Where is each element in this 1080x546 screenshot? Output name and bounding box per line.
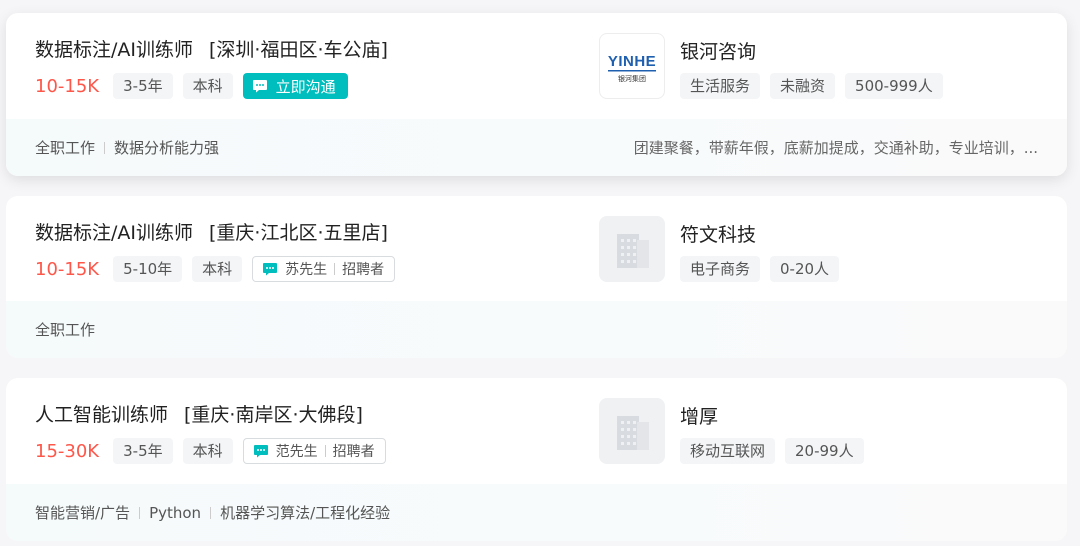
yinhe-logo: YINHE 银河集团 [608,53,656,83]
chat-bubble-icon [252,80,267,93]
skill-tag: 全职工作 [35,139,96,157]
job-footer: 全职工作 数据分析能力强 团建聚餐，带薪年假，底薪加提成，交通补助，专业培训，.… [6,119,1067,176]
job-title-text[interactable]: 数据标注/AI训练师 [35,222,193,244]
company-logo[interactable] [599,216,665,282]
company-tags: 生活服务 未融资 500-999人 [680,73,943,99]
building-icon [617,416,649,450]
experience-tag: 3-5年 [113,438,173,464]
job-title-text[interactable]: 人工智能训练师 [35,404,168,426]
job-title-text[interactable]: 数据标注/AI训练师 [35,39,193,61]
chat-bubble-icon [263,263,278,276]
experience-tag: 3-5年 [113,73,173,99]
company-size: 20-99人 [785,438,864,464]
welfare-text: 团建聚餐，带薪年假，底薪加提成，交通补助，专业培训，... [633,139,1038,157]
job-meta: 10-15K 3-5年 本科 立即沟通 [35,73,348,99]
chat-bubble-icon [253,445,268,458]
company-size: 500-999人 [845,73,943,99]
svg-text:YINHE: YINHE [608,53,656,70]
company-logo[interactable] [599,398,665,464]
job-card[interactable]: 数据标注/AI训练师 [重庆·江北区·五里店] 10-15K 5-10年 本科 苏… [6,196,1067,358]
company-tags: 电子商务 0-20人 [680,256,840,282]
svg-text:银河集团: 银河集团 [618,74,646,83]
company-tags: 移动互联网 20-99人 [680,438,864,464]
company-name[interactable]: 增厚 [680,402,718,429]
job-title[interactable]: 人工智能训练师 [重庆·南岸区·大佛段] [35,400,363,427]
job-location: [重庆·南岸区·大佛段] [184,404,363,426]
company-name[interactable]: 符文科技 [680,220,756,247]
chat-now-label: 立即沟通 [275,77,336,96]
company-industry: 移动互联网 [680,438,776,464]
job-location: [深圳·福田区·车公庙] [209,39,388,61]
company-size: 0-20人 [770,256,840,282]
job-card[interactable]: 数据标注/AI训练师 [深圳·福田区·车公庙] 10-15K 3-5年 本科 立即… [6,13,1067,176]
job-title[interactable]: 数据标注/AI训练师 [重庆·江北区·五里店] [35,218,388,245]
company-industry: 电子商务 [680,256,761,282]
recruiter-role: 招聘者 [342,262,385,278]
job-meta: 10-15K 5-10年 本科 苏先生 招聘者 [35,256,396,282]
recruiter-info[interactable]: 范先生 招聘者 [242,438,386,464]
divider [324,445,326,457]
job-meta: 15-30K 3-5年 本科 范先生 招聘者 [35,438,386,464]
recruiter-role: 招聘者 [332,444,375,460]
job-card[interactable]: 人工智能训练师 [重庆·南岸区·大佛段] 15-30K 3-5年 本科 范先生 招… [6,378,1067,541]
job-footer: 全职工作 [6,301,1067,358]
divider [210,506,212,519]
salary: 15-30K [35,440,100,462]
skill-tag: 全职工作 [35,321,96,339]
skill-tag: 数据分析能力强 [114,139,220,157]
skill-tag: Python [149,503,202,522]
company-industry: 生活服务 [680,73,761,99]
skill-tag: 机器学习算法/工程化经验 [220,504,391,522]
building-icon [617,234,649,268]
degree-tag: 本科 [182,438,233,464]
job-footer: 智能营销/广告 Python 机器学习算法/工程化经验 [6,484,1067,541]
company-logo[interactable]: YINHE 银河集团 [599,33,665,99]
salary: 10-15K [35,75,100,97]
degree-tag: 本科 [192,256,243,282]
chat-now-button[interactable]: 立即沟通 [242,73,348,99]
divider [104,141,106,154]
skill-tag: 智能营销/广告 [35,504,131,522]
job-location: [重庆·江北区·五里店] [209,222,388,244]
divider [334,263,336,275]
degree-tag: 本科 [182,73,233,99]
recruiter-name: 苏先生 [285,262,328,278]
recruiter-name: 范先生 [275,444,318,460]
salary: 10-15K [35,258,100,280]
recruiter-info[interactable]: 苏先生 招聘者 [252,256,396,282]
company-funding: 未融资 [770,73,836,99]
experience-tag: 5-10年 [113,256,183,282]
job-title[interactable]: 数据标注/AI训练师 [深圳·福田区·车公庙] [35,35,388,62]
divider [139,506,141,519]
company-name[interactable]: 银河咨询 [680,37,756,64]
